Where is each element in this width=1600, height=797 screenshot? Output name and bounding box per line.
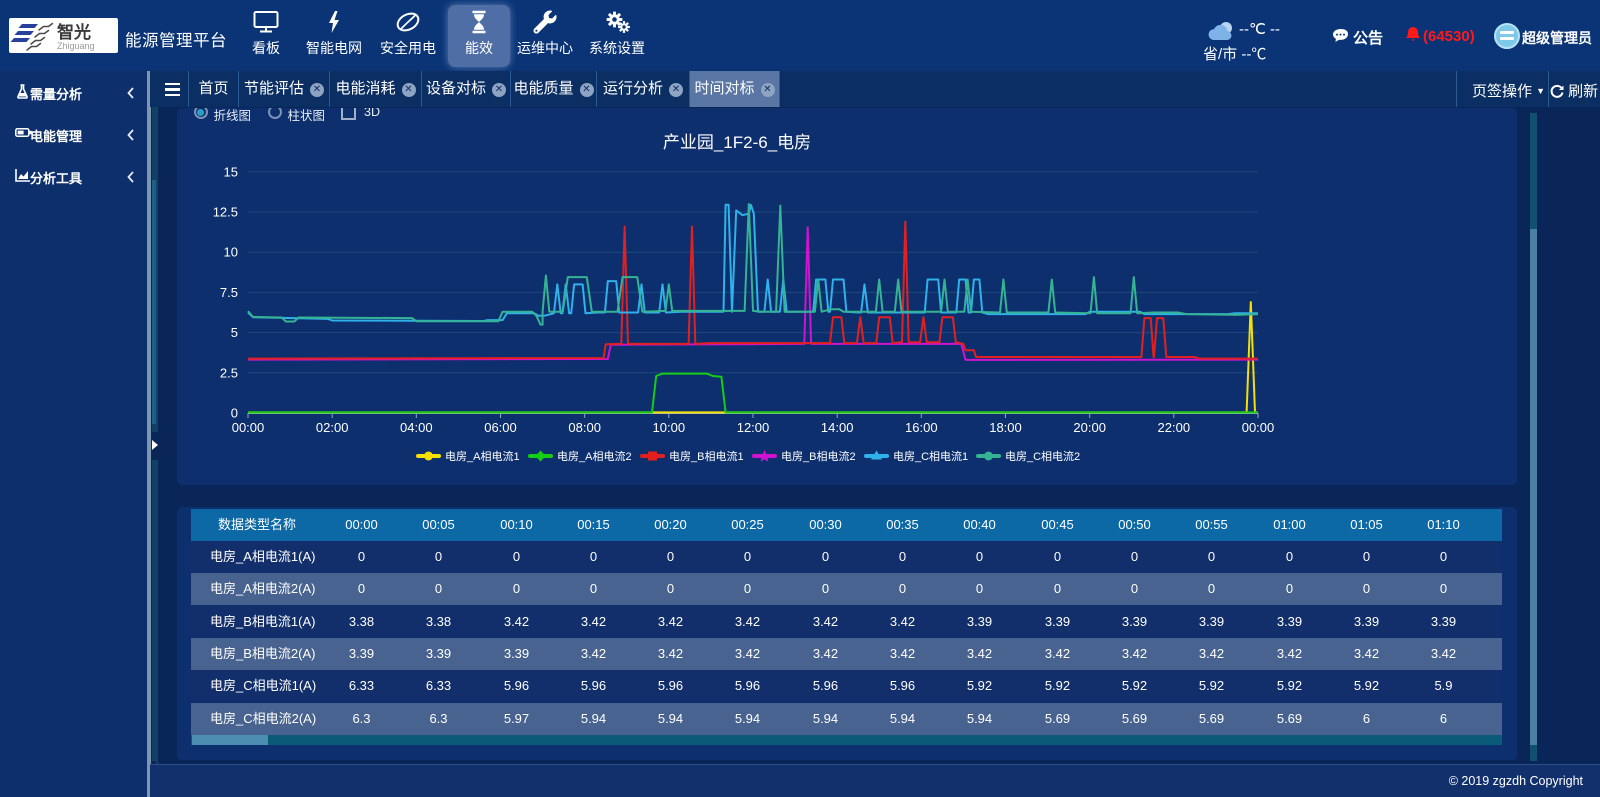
svg-text:00:00: 00:00	[232, 420, 265, 435]
svg-text:15: 15	[224, 164, 238, 179]
svg-text:产业园_1F2-6_电房: 产业园_1F2-6_电房	[663, 133, 811, 152]
svg-text:2.5: 2.5	[220, 365, 238, 380]
svg-text:7.5: 7.5	[220, 284, 238, 299]
svg-text:电房_B相电流1: 电房_B相电流1	[669, 449, 744, 463]
svg-text:06:00: 06:00	[484, 420, 517, 435]
svg-text:22:00: 22:00	[1158, 420, 1191, 435]
svg-text:16:00: 16:00	[905, 420, 938, 435]
svg-text:电房_A相电流1: 电房_A相电流1	[445, 449, 520, 463]
svg-text:10:00: 10:00	[653, 420, 686, 435]
svg-text:12:00: 12:00	[737, 420, 770, 435]
svg-text:02:00: 02:00	[316, 420, 349, 435]
svg-text:18:00: 18:00	[989, 420, 1022, 435]
svg-text:00:00: 00:00	[1242, 420, 1275, 435]
svg-text:5: 5	[231, 325, 238, 340]
svg-text:04:00: 04:00	[400, 420, 433, 435]
svg-text:10: 10	[224, 244, 238, 259]
svg-text:电房_C相电流1: 电房_C相电流1	[893, 449, 968, 463]
svg-text:电房_A相电流2: 电房_A相电流2	[557, 449, 632, 463]
svg-text:电房_C相电流2: 电房_C相电流2	[1005, 449, 1080, 463]
svg-text:20:00: 20:00	[1073, 420, 1106, 435]
svg-text:电房_B相电流2: 电房_B相电流2	[781, 449, 856, 463]
svg-text:智光: 智光	[57, 22, 91, 42]
svg-text:14:00: 14:00	[821, 420, 854, 435]
svg-text:0: 0	[231, 405, 238, 420]
svg-text:08:00: 08:00	[568, 420, 601, 435]
svg-text:12.5: 12.5	[213, 204, 238, 219]
svg-text:Zhiguang: Zhiguang	[57, 41, 95, 51]
